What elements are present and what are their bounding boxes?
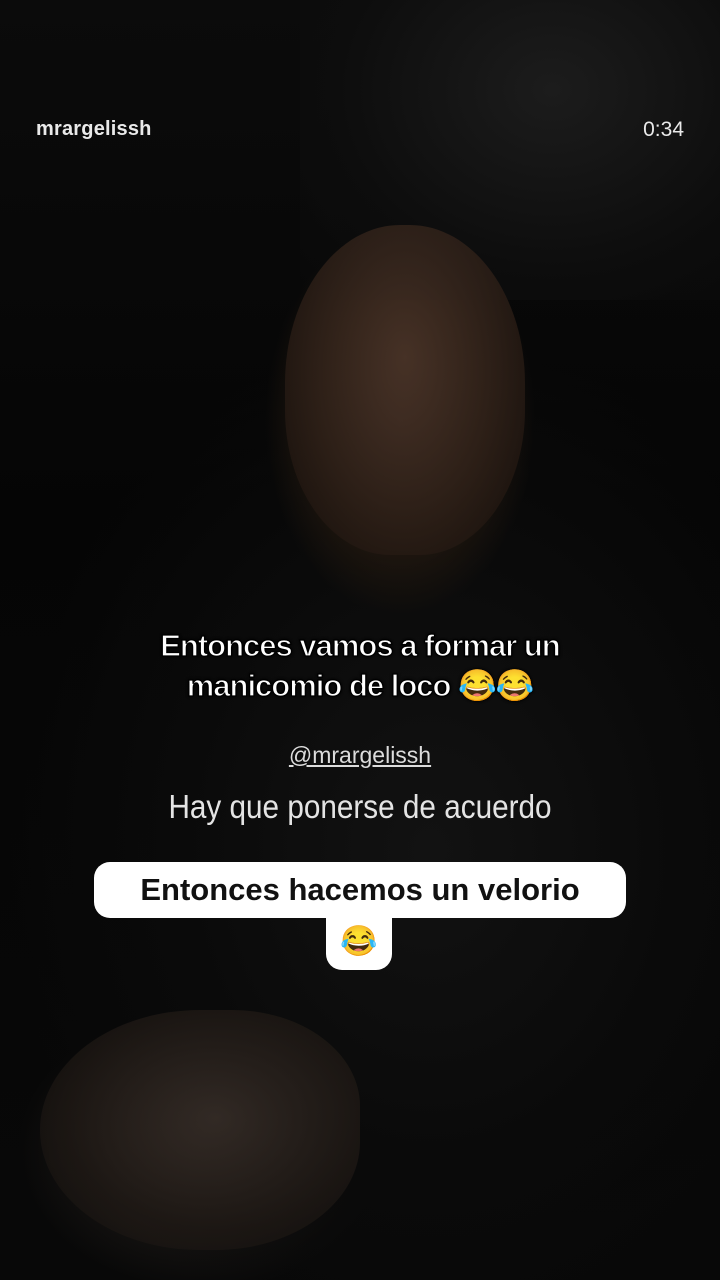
speech-bubble-emoji-tab: 😂: [326, 912, 392, 970]
person-face: [285, 225, 525, 555]
username-label[interactable]: mrargelissh: [36, 118, 152, 141]
caption-line-2: manicomio de loco 😂😂: [186, 667, 535, 703]
user-mention[interactable]: @mrargelissh: [0, 742, 720, 769]
laughing-emoji-icon: 😂: [340, 924, 378, 958]
video-timestamp: 0:34: [643, 118, 684, 141]
speech-bubble-text: Entonces hacemos un velorio: [140, 872, 580, 907]
video-frame[interactable]: mrargelissh 0:34 Entonces vamos a formar…: [0, 0, 720, 1280]
caption-line-1: Entonces vamos a formar un: [160, 627, 562, 663]
subtitle-text: Hay que ponerse de acuerdo: [168, 788, 552, 825]
speech-bubble: Entonces hacemos un velorio: [94, 862, 626, 918]
video-caption: Entonces vamos a formar un manicomio de …: [60, 626, 660, 706]
person-hand: [40, 1010, 360, 1250]
